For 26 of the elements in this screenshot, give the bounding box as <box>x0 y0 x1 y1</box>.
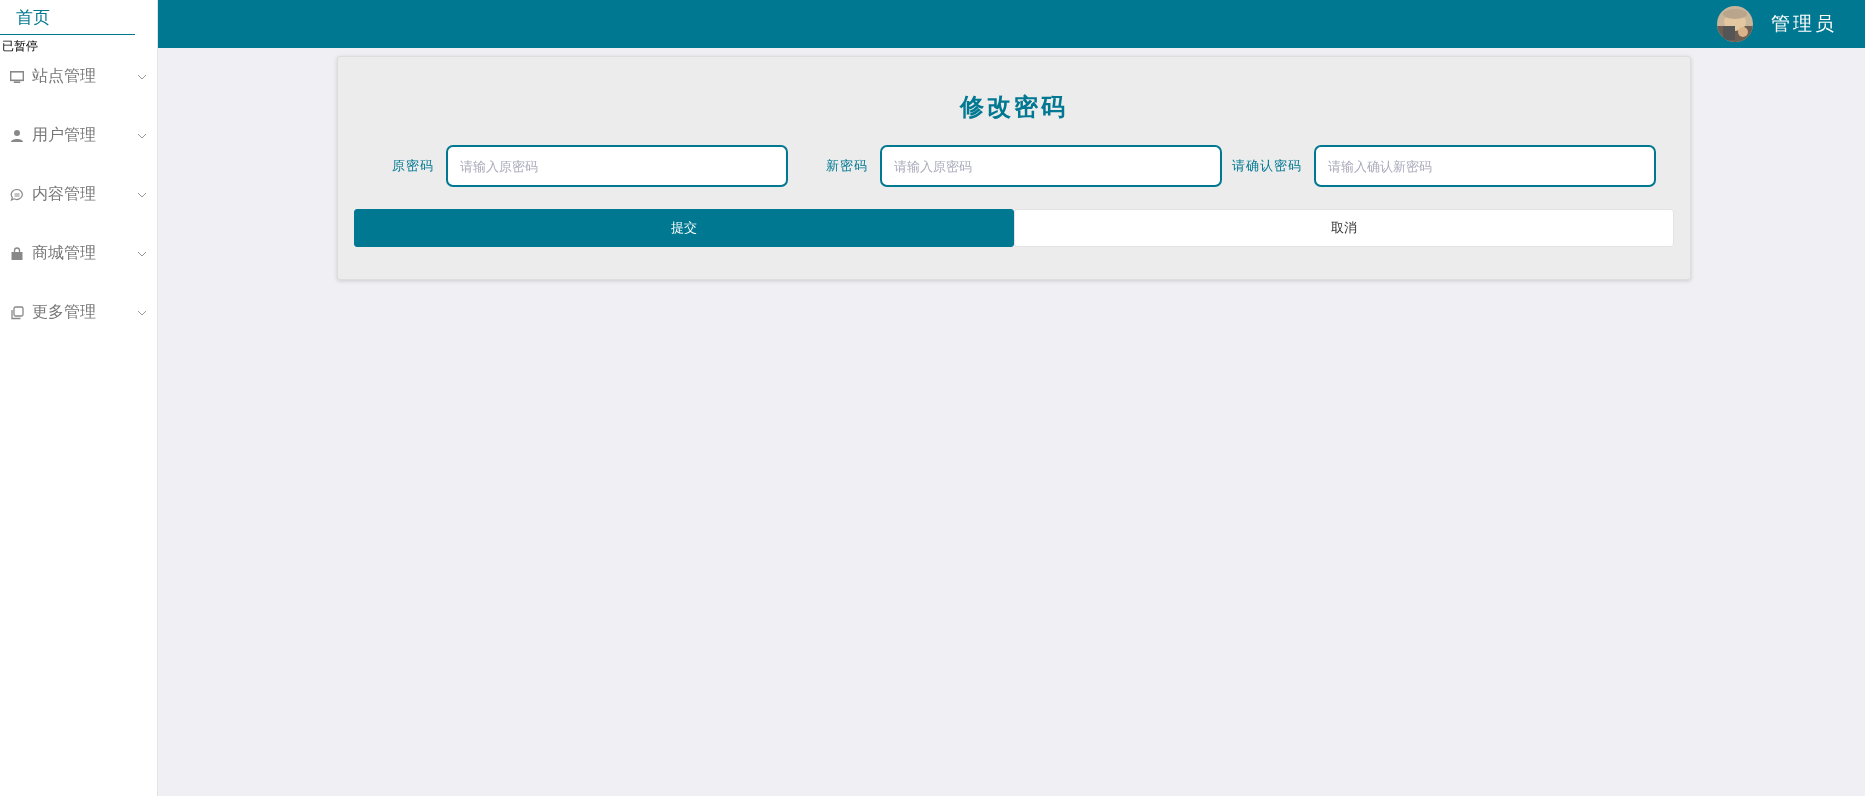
field-label: 请确认密码 <box>1231 157 1303 175</box>
chevron-icon <box>137 250 147 257</box>
menu-item[interactable]: 内容管理 <box>0 165 157 224</box>
chat-icon <box>10 187 24 202</box>
chevron-icon <box>137 73 147 80</box>
chevron-icon <box>137 309 147 316</box>
user-icon <box>10 128 24 143</box>
home-link[interactable]: 首页 <box>0 0 135 35</box>
bag-icon <box>10 246 24 261</box>
form-title: 修改密码 <box>958 91 1069 123</box>
chevron-icon <box>137 132 147 139</box>
menu-item[interactable]: 用户管理 <box>0 106 157 165</box>
user-name: 管理员 <box>1771 11 1837 36</box>
password-field[interactable]: 请输入原密码 <box>446 145 788 187</box>
monitor-icon <box>10 70 24 83</box>
field-label: 新密码 <box>825 157 869 175</box>
paused-label: 已暂停 <box>2 40 38 52</box>
menu-item[interactable]: 商城管理 <box>0 224 157 283</box>
cancel-button[interactable]: 取消 <box>1014 209 1674 247</box>
password-field[interactable]: 请输入确认新密码 <box>1314 145 1656 187</box>
submit-button[interactable]: 提交 <box>354 209 1014 247</box>
field-label: 原密码 <box>391 157 435 175</box>
copy-icon <box>10 305 24 320</box>
chevron-icon <box>137 191 147 198</box>
password-field[interactable]: 请输入原密码 <box>880 145 1222 187</box>
menu-item[interactable]: 更多管理 <box>0 283 157 342</box>
